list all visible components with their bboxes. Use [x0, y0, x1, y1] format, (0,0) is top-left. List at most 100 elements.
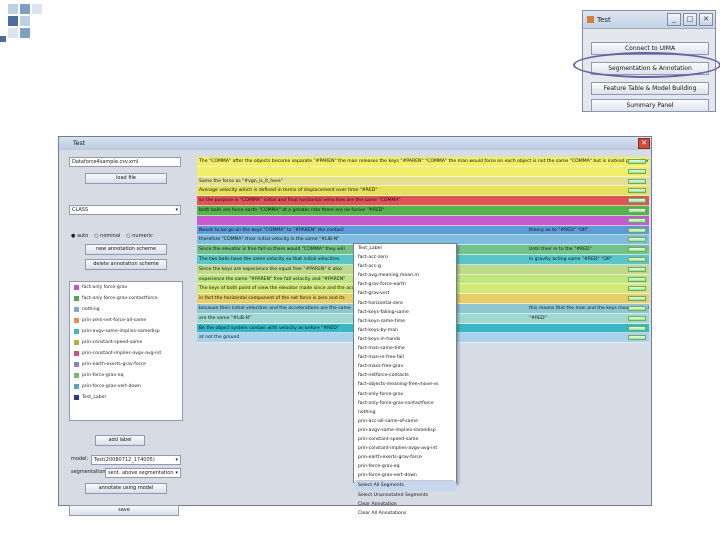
feature-table-model-building-button[interactable]: Feature Table & Model Building: [591, 82, 709, 95]
color-swatch: [74, 307, 79, 312]
segmentation-label: segmentation:: [71, 469, 108, 475]
context-menu-item[interactable]: fact-acc-zero: [354, 253, 456, 262]
context-menu-item[interactable]: fact-keys-falling-same: [354, 308, 456, 317]
model-label: model:: [71, 456, 89, 462]
segment-text: therefore "COMMA" their initial velocity…: [199, 237, 340, 243]
context-menu-item[interactable]: nothing: [354, 408, 456, 417]
segmentation-select-value: sent. above segmentation: [108, 470, 174, 476]
list-item[interactable]: prin-zero-net-force-all-same: [70, 315, 182, 326]
confidence-bar: [628, 227, 646, 233]
context-menu-action[interactable]: Select All Segments: [354, 481, 456, 491]
context-menu-item[interactable]: Test_Label: [354, 244, 456, 253]
highlight-oval: [573, 52, 720, 78]
color-swatch: [74, 395, 79, 400]
color-swatch: [74, 362, 79, 367]
radio-nominal[interactable]: ○ nominal: [94, 233, 120, 239]
context-menu-item[interactable]: prin-constant-speed-same: [354, 435, 456, 444]
context-menu-item[interactable]: prin-earth-exerts-grav-force: [354, 453, 456, 462]
segment-text: Average velocity which is defined in ter…: [199, 188, 378, 194]
color-swatch: [74, 351, 79, 356]
confidence-bar: [628, 305, 646, 311]
context-menu-item[interactable]: fact-only-force-grav-contactforce: [354, 399, 456, 408]
color-swatch: [74, 329, 79, 334]
segment-row[interactable]: The "COMMA" after the objects become sep…: [197, 157, 649, 167]
context-menu-item[interactable]: prin-avgv-same-implies-samedisp: [354, 426, 456, 435]
context-menu-item[interactable]: prin-constant-implies-avgv-avg-int: [354, 444, 456, 453]
segment-row[interactable]: [197, 166, 649, 177]
minimize-icon[interactable]: _: [667, 13, 681, 26]
context-menu-item[interactable]: fact-objects-meaning-free-move-vs: [354, 380, 456, 389]
context-menu-item[interactable]: fact-acc-g: [354, 262, 456, 271]
segment-row[interactable]: Needs to be go on the keys "COMMA" to "#…: [197, 225, 649, 236]
list-item[interactable]: prin-force-grav-vert-down: [70, 381, 182, 392]
segment-text: Needs to be go on the keys "COMMA" to "#…: [199, 227, 344, 233]
save-button[interactable]: save: [69, 505, 179, 516]
maximize-icon[interactable]: □: [683, 13, 697, 26]
context-menu-item[interactable]: prin-force-grav-vert-down: [354, 471, 456, 480]
segment-row[interactable]: so the purpose is "COMMA" initial and fi…: [197, 196, 649, 206]
context-menu-action[interactable]: Clear Annotation: [354, 500, 456, 509]
segment-row[interactable]: Average velocity which is defined in ter…: [197, 186, 649, 197]
summary-panel-button[interactable]: Summary Panel: [591, 99, 709, 112]
load-file-button[interactable]: load file: [85, 173, 167, 184]
chevron-down-icon: ▾: [175, 457, 178, 463]
context-menu-item[interactable]: fact-man-same-time: [354, 344, 456, 353]
list-item[interactable]: prin-constant-implies-avgv-avg-int: [70, 348, 182, 359]
radio-auto[interactable]: ● auto: [71, 233, 88, 239]
file-path-field[interactable]: Dataforce4sample.csv.xml: [69, 157, 181, 167]
add-label-button[interactable]: add label: [95, 435, 145, 446]
context-menu-item[interactable]: fact-avg.meaning.mean.m: [354, 271, 456, 280]
close-icon[interactable]: ✕: [699, 13, 713, 26]
class-select-value: CLASS: [72, 207, 89, 213]
list-item[interactable]: nothing: [70, 304, 182, 315]
new-annotation-scheme-button[interactable]: new annotation scheme: [85, 244, 167, 255]
segment-text: The "COMMA" after the objects become sep…: [199, 159, 649, 164]
list-item[interactable]: prin-avgv-same-implies-samedisp: [70, 326, 182, 337]
segment-text-tail: Until their in to the "#RED": [529, 247, 592, 253]
context-menu-item[interactable]: prin-force-grav-eq: [354, 462, 456, 471]
context-menu-item[interactable]: fact-netforce-contacts: [354, 371, 456, 380]
left-panel: Dataforce4sample.csv.xml load file CLASS…: [65, 153, 185, 516]
context-menu-action[interactable]: Clear All Annotations: [354, 509, 456, 518]
decorative-squares: [0, 0, 60, 50]
slide: Test _ □ ✕ Connect to UIMA Segmentation …: [0, 0, 720, 540]
segment-text: in fact the horizontal component of the …: [199, 296, 345, 302]
context-menu-item[interactable]: fact-horizontal-zero: [354, 299, 456, 308]
label-list: fact-only force-grav fact-only force-gra…: [69, 281, 183, 421]
context-menu-item[interactable]: fact-grav-force-earth: [354, 280, 456, 289]
segmentation-select[interactable]: sent. above segmentation ▾: [105, 468, 181, 478]
context-menu-item[interactable]: fact-man-in-free-fall: [354, 353, 456, 362]
color-swatch: [74, 384, 79, 389]
confidence-bar: [628, 256, 646, 262]
segment-text: The keys of both point of view the eleva…: [199, 286, 375, 292]
list-item[interactable]: prin-force-grav-eq: [70, 370, 182, 381]
context-menu-item[interactable]: fact-keys-in-hands: [354, 335, 456, 344]
list-item[interactable]: prin-earth-exerts-grav-force: [70, 359, 182, 370]
segment-text-tail: "#RED": [529, 315, 547, 321]
context-menu-action[interactable]: Select Unannotated Segments: [354, 491, 456, 500]
mini-window-icon: [587, 16, 594, 23]
context-menu-item[interactable]: fact-mass-free-grav: [354, 362, 456, 371]
list-item[interactable]: fact-only force-grav-contactforce: [70, 293, 182, 304]
segment-row[interactable]: [197, 215, 649, 226]
segment-row[interactable]: Same the force as "#vgn_is_it_here": [197, 176, 649, 187]
annotate-using-model-button[interactable]: annotate using model: [85, 483, 167, 494]
context-menu-item[interactable]: fact-keys-by-man: [354, 326, 456, 335]
radio-numeric[interactable]: ○ numeric: [126, 233, 152, 239]
list-item[interactable]: fact-only force-grav: [70, 282, 182, 293]
class-select[interactable]: CLASS ▾: [69, 205, 181, 215]
context-menu-item[interactable]: fact-only-force-grav: [354, 390, 456, 399]
model-select[interactable]: Test(20080712_174005) ▾: [91, 455, 181, 465]
confidence-bar: [628, 247, 646, 253]
context-menu-item[interactable]: fact-keys-same-time: [354, 317, 456, 326]
segment-row[interactable]: both balls are force earth "COMMA" at a …: [197, 205, 649, 216]
mini-window-title: Test: [597, 15, 611, 24]
context-menu-item[interactable]: prin-acc-all-same-of-same: [354, 417, 456, 426]
segment-text: at not the ground: [199, 335, 240, 341]
close-icon[interactable]: ✕: [638, 138, 650, 149]
context-menu-item[interactable]: fact-grav-vert: [354, 289, 456, 298]
delete-annotation-scheme-button[interactable]: delete annotation scheme: [85, 259, 167, 270]
list-item[interactable]: Test_Label: [70, 392, 182, 403]
segment-text: experience the same "#PAREN" free fall v…: [199, 276, 346, 282]
list-item[interactable]: prin-constant-speed-same: [70, 337, 182, 348]
